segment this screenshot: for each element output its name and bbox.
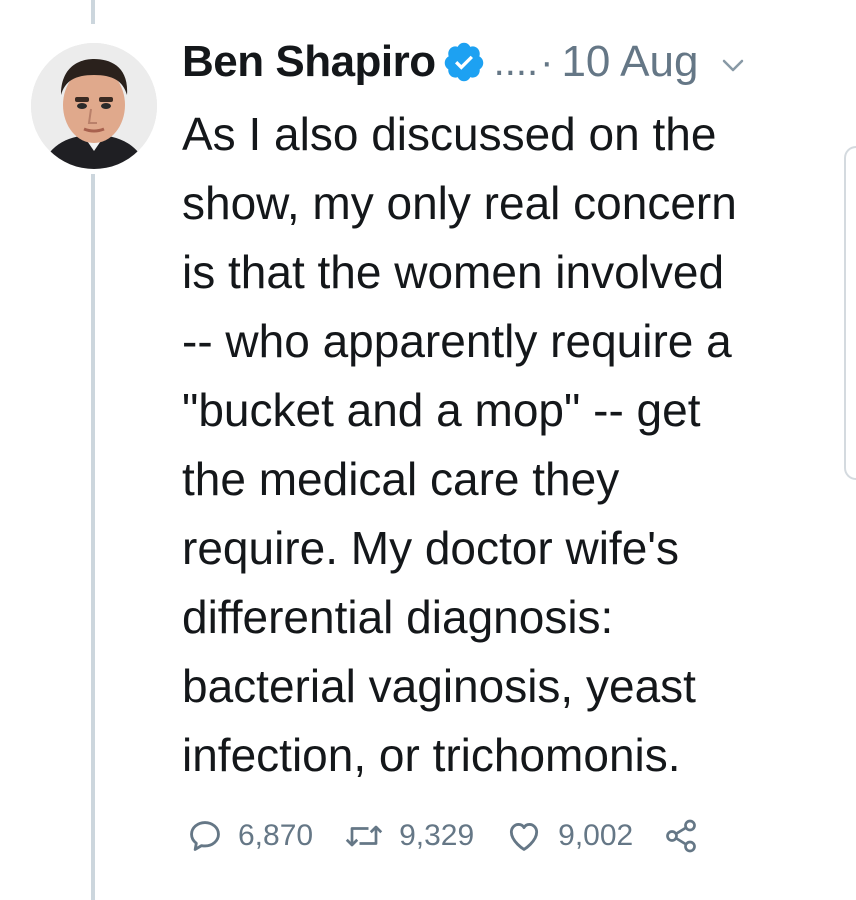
tweet-text-line: require. My doctor wife's: [182, 522, 680, 574]
heart-icon: [510, 823, 539, 851]
tweet-header: Ben Shapiro .... · 10 Aug: [182, 30, 746, 94]
tweet-text-line: As I also discussed on the: [182, 108, 717, 160]
retweet-button[interactable]: 9,329: [343, 817, 474, 855]
avatar-photo: [31, 43, 157, 169]
reply-button[interactable]: 6,870: [186, 817, 313, 855]
avatar[interactable]: [31, 43, 157, 169]
tweet-text-line: infection, or trichomonis.: [182, 729, 681, 781]
tweet-text-line: -- who apparently require a: [182, 315, 732, 367]
author-name[interactable]: Ben Shapiro: [182, 37, 436, 87]
tweet-actions: 6,870 9,329 9,002: [186, 812, 743, 860]
reply-count: 6,870: [238, 819, 314, 852]
tweet-text: As I also discussed on the show, my only…: [182, 100, 842, 790]
share-button[interactable]: [663, 818, 713, 854]
scroll-edge-handle[interactable]: [844, 146, 856, 480]
tweet-text-line: bacterial vaginosis, yeast: [182, 660, 696, 712]
share-icon: [666, 819, 697, 853]
like-button[interactable]: 9,002: [504, 817, 633, 855]
verified-badge-icon: [442, 40, 486, 84]
chevron-down-icon[interactable]: [720, 52, 746, 78]
like-count: 9,002: [558, 819, 634, 852]
author-handle[interactable]: ....: [494, 40, 538, 85]
retweet-icon: [345, 825, 383, 847]
tweet-text-line: show, my only real concern: [182, 177, 737, 229]
header-separator: ·: [540, 39, 554, 84]
tweet-date[interactable]: 10 Aug: [561, 37, 698, 87]
reply-icon: [190, 821, 220, 851]
tweet-text-line: differential diagnosis:: [182, 591, 614, 643]
retweet-count: 9,329: [399, 819, 475, 852]
thread-line-top: [91, 0, 95, 24]
tweet-text-line: "bucket and a mop" -- get: [182, 384, 701, 436]
tweet-text-line: is that the women involved: [182, 246, 725, 298]
tweet-text-line: the medical care they: [182, 453, 620, 505]
thread-line-bottom: [91, 174, 95, 900]
